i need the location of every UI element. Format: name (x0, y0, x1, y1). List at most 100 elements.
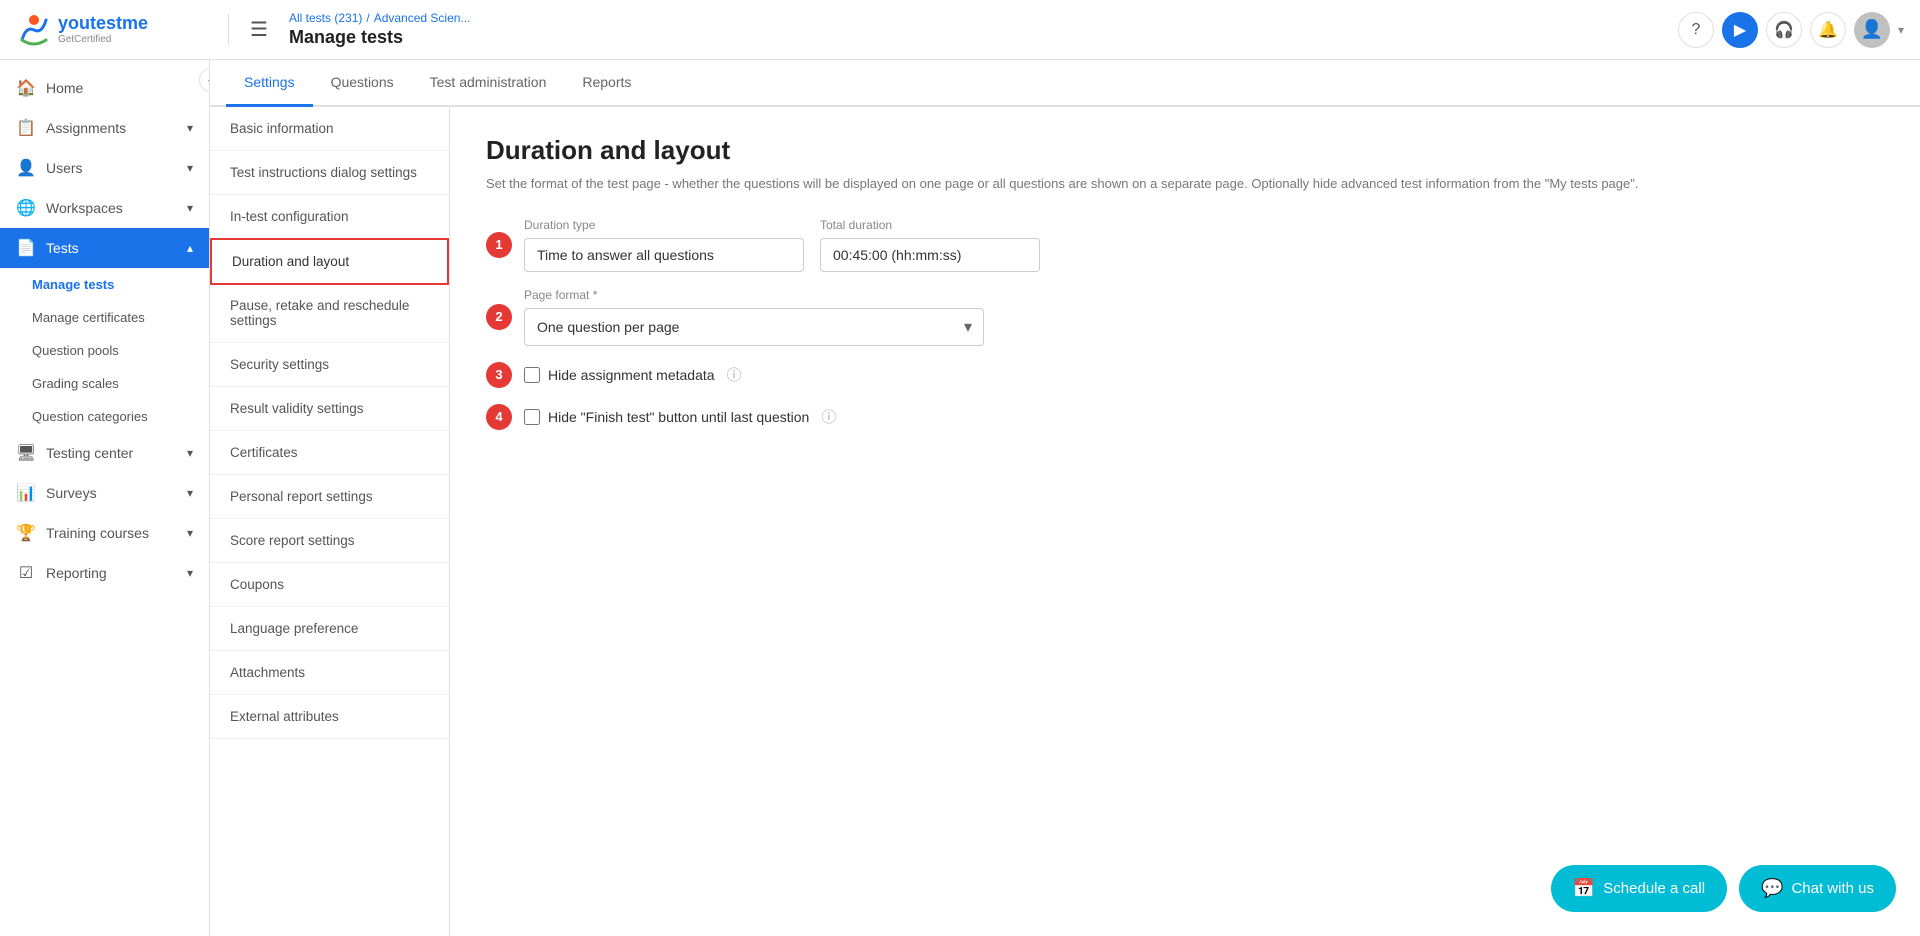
sidebar-sub-question-pools[interactable]: Question pools (0, 334, 209, 367)
breadcrumb-nav: All tests (231) / Advanced Scien... (289, 11, 470, 25)
tab-settings[interactable]: Settings (226, 60, 313, 107)
settings-nav-result-validity[interactable]: Result validity settings (210, 387, 449, 431)
assignments-arrow: ▾ (187, 121, 193, 135)
sidebar-item-testing-center[interactable]: 🖥 Testing center ▾ (0, 433, 209, 473)
sidebar-item-training-courses[interactable]: 🏆 Training courses ▾ (0, 513, 209, 553)
training-arrow: ▾ (187, 526, 193, 540)
home-icon: 🏠 (16, 78, 36, 98)
content-desc: Set the format of the test page - whethe… (486, 174, 1884, 194)
schedule-icon: 📅 (1573, 878, 1595, 899)
settings-nav-certificates[interactable]: Certificates (210, 431, 449, 475)
hide-finish-btn-label: Hide "Finish test" button until last que… (548, 409, 809, 425)
sidebar-label-tests: Tests (46, 240, 177, 256)
main-content: Settings Questions Test administration R… (210, 60, 1920, 936)
page-format-select[interactable]: One question per page All questions on o… (524, 308, 984, 346)
settings-nav: Basic information Test instructions dial… (210, 107, 450, 936)
total-duration-group: Total duration (820, 218, 1040, 272)
logo-sub: GetCertified (58, 34, 148, 45)
surveys-arrow: ▾ (187, 486, 193, 500)
sidebar-sub-question-cats[interactable]: Question categories (0, 400, 209, 433)
settings-nav-security[interactable]: Security settings (210, 343, 449, 387)
hamburger-button[interactable]: ☰ (241, 12, 277, 48)
hide-finish-btn-wrap: Hide "Finish test" button until last que… (524, 406, 836, 427)
topbar: youtestme GetCertified ☰ All tests (231)… (0, 0, 1920, 60)
topbar-actions: ? ▶ 🎧 🔔 👤 ▾ (1678, 12, 1904, 48)
schedule-label: Schedule a call (1603, 880, 1705, 897)
hide-assignment-meta-wrap: Hide assignment metadata ⓘ (524, 364, 742, 385)
settings-nav-test-instructions[interactable]: Test instructions dialog settings (210, 151, 449, 195)
breadcrumb-all-tests[interactable]: All tests (231) (289, 11, 362, 25)
step-row-2: 2 Page format * One question per page Al… (486, 288, 1884, 346)
breadcrumb-test-name[interactable]: Advanced Scien... (374, 11, 471, 25)
sidebar-item-workspaces[interactable]: 🌐 Workspaces ▾ (0, 188, 209, 228)
sidebar-label-testing-center: Testing center (46, 445, 177, 461)
play-button[interactable]: ▶ (1722, 12, 1758, 48)
step-row-3: 3 Hide assignment metadata ⓘ (486, 362, 1884, 388)
chat-icon: 💬 (1761, 878, 1783, 899)
sidebar-label-reporting: Reporting (46, 565, 177, 581)
sidebar-item-surveys[interactable]: 📊 Surveys ▾ (0, 473, 209, 513)
tests-arrow: ▴ (187, 241, 193, 255)
tab-test-administration[interactable]: Test administration (412, 60, 565, 107)
workspaces-arrow: ▾ (187, 201, 193, 215)
sidebar-label-training: Training courses (46, 525, 177, 541)
page-format-group: Page format * One question per page All … (524, 288, 984, 346)
settings-nav-basic-info[interactable]: Basic information (210, 107, 449, 151)
sidebar-item-users[interactable]: 👤 Users ▾ (0, 148, 209, 188)
breadcrumb: All tests (231) / Advanced Scien... Mana… (289, 11, 470, 48)
settings-nav-duration-layout[interactable]: Duration and layout (210, 238, 449, 285)
sidebar-label-home: Home (46, 80, 193, 96)
logo-icon (16, 12, 52, 48)
hide-assignment-meta-checkbox[interactable] (524, 367, 540, 383)
hide-finish-btn-checkbox[interactable] (524, 409, 540, 425)
chat-with-us-button[interactable]: 💬 Chat with us (1739, 865, 1896, 912)
tab-reports[interactable]: Reports (564, 60, 649, 107)
users-icon: 👤 (16, 158, 36, 178)
settings-nav-language-pref[interactable]: Language preference (210, 607, 449, 651)
bell-button[interactable]: 🔔 (1810, 12, 1846, 48)
settings-nav-external-attrs[interactable]: External attributes (210, 695, 449, 739)
sidebar-item-tests[interactable]: 📄 Tests ▴ (0, 228, 209, 268)
sidebar-label-workspaces: Workspaces (46, 200, 177, 216)
total-duration-input[interactable] (820, 238, 1040, 272)
settings-nav-pause-retake[interactable]: Pause, retake and reschedule settings (210, 284, 449, 343)
logo: youtestme GetCertified (16, 12, 216, 48)
schedule-call-button[interactable]: 📅 Schedule a call (1551, 865, 1727, 912)
logo-brand: youtestme (58, 14, 148, 34)
hide-assignment-meta-info-icon[interactable]: ⓘ (727, 364, 742, 385)
sidebar-nav: 🏠 Home 📋 Assignments ▾ 👤 Users ▾ 🌐 Works… (0, 60, 209, 601)
step-badge-4: 4 (486, 404, 512, 430)
hide-finish-btn-info-icon[interactable]: ⓘ (821, 406, 836, 427)
duration-type-input[interactable] (524, 238, 804, 272)
sidebar-item-reporting[interactable]: ☑ Reporting ▾ (0, 553, 209, 593)
sidebar-sub-manage-certs[interactable]: Manage certificates (0, 301, 209, 334)
sidebar: « 🏠 Home 📋 Assignments ▾ 👤 Users ▾ 🌐 Wor… (0, 60, 210, 936)
page-title: Manage tests (289, 27, 470, 48)
settings-nav-score-report[interactable]: Score report settings (210, 519, 449, 563)
step-badge-3: 3 (486, 362, 512, 388)
tab-questions[interactable]: Questions (313, 60, 412, 107)
settings-nav-coupons[interactable]: Coupons (210, 563, 449, 607)
settings-content: Duration and layout Set the format of th… (450, 107, 1920, 936)
step-row-1: 1 Duration type Total duration (486, 218, 1884, 272)
topbar-divider (228, 14, 229, 46)
tabs-bar: Settings Questions Test administration R… (210, 60, 1920, 107)
step-row-4: 4 Hide "Finish test" button until last q… (486, 404, 1884, 430)
reporting-arrow: ▾ (187, 566, 193, 580)
headset-button[interactable]: 🎧 (1766, 12, 1802, 48)
sidebar-item-assignments[interactable]: 📋 Assignments ▾ (0, 108, 209, 148)
avatar[interactable]: 👤 (1854, 12, 1890, 48)
content-title: Duration and layout (486, 135, 1884, 166)
sidebar-sub-grading-scales[interactable]: Grading scales (0, 367, 209, 400)
assignments-icon: 📋 (16, 118, 36, 138)
chat-label: Chat with us (1791, 880, 1874, 897)
settings-nav-personal-report[interactable]: Personal report settings (210, 475, 449, 519)
sidebar-item-home[interactable]: 🏠 Home (0, 68, 209, 108)
reporting-icon: ☑ (16, 563, 36, 583)
help-button[interactable]: ? (1678, 12, 1714, 48)
sidebar-sub-manage-tests[interactable]: Manage tests (0, 268, 209, 301)
float-buttons: 📅 Schedule a call 💬 Chat with us (1551, 865, 1896, 912)
sidebar-label-users: Users (46, 160, 177, 176)
settings-nav-attachments[interactable]: Attachments (210, 651, 449, 695)
settings-nav-in-test-config[interactable]: In-test configuration (210, 195, 449, 239)
